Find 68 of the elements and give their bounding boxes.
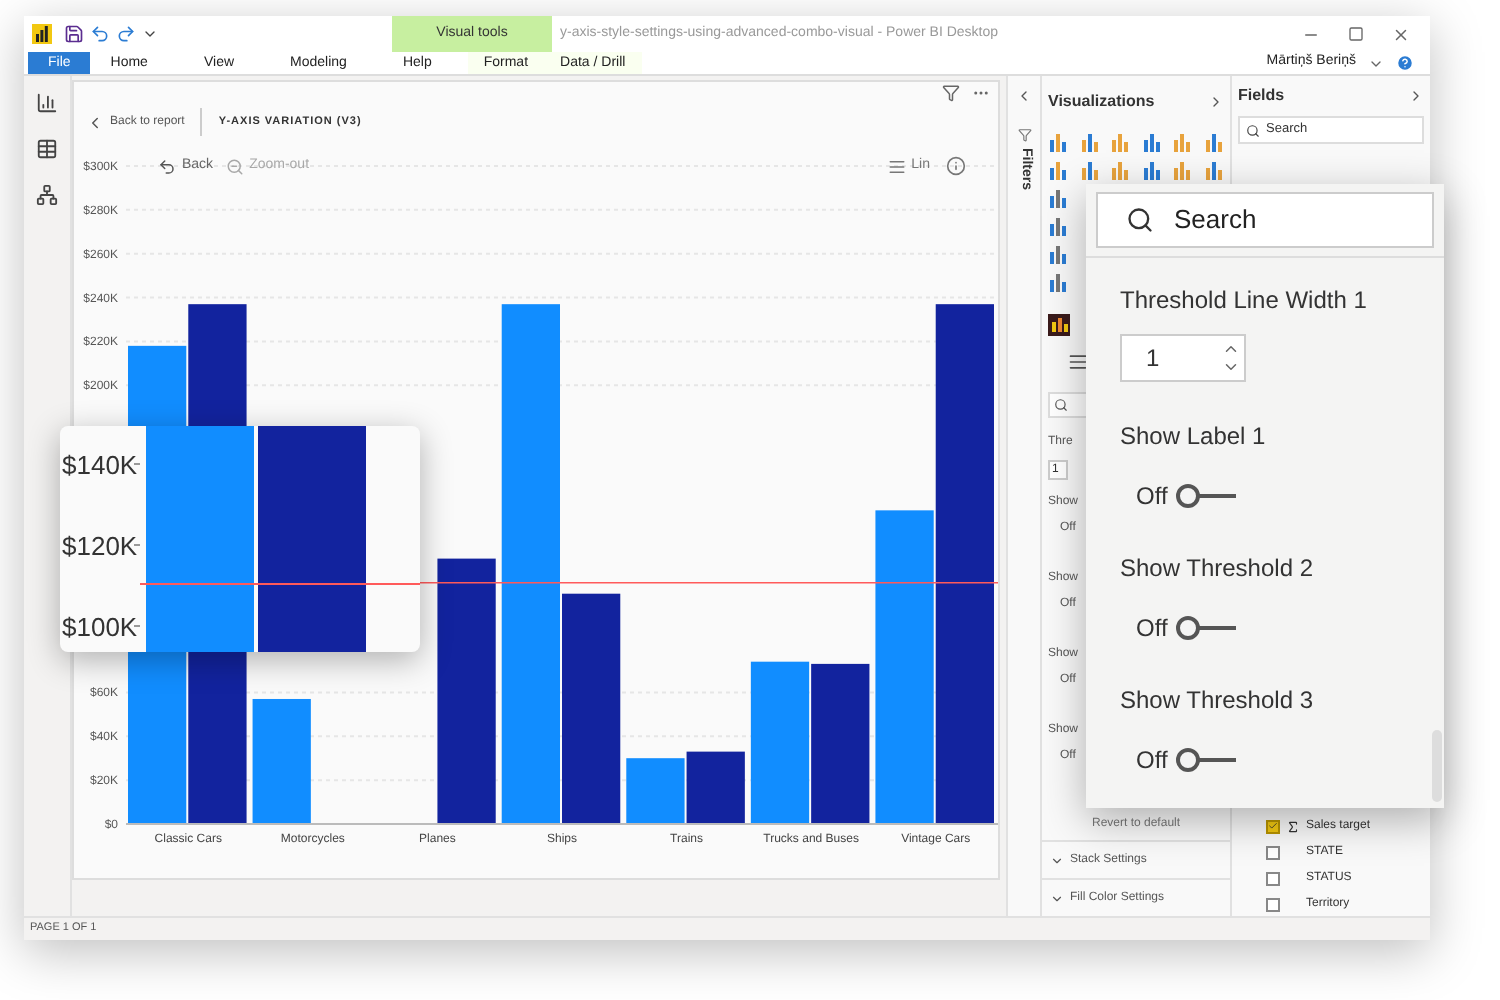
chart-type-icon[interactable] bbox=[1048, 244, 1068, 264]
chart-type-icon[interactable] bbox=[1048, 216, 1068, 236]
close-icon[interactable] bbox=[1392, 25, 1410, 43]
bar bbox=[686, 751, 745, 824]
chart-type-icon[interactable] bbox=[1203, 160, 1223, 180]
collapse-icon[interactable] bbox=[1016, 88, 1032, 104]
setting-label: Show Threshold 3 bbox=[1120, 684, 1316, 718]
number-spinner[interactable]: 1 bbox=[1120, 334, 1246, 382]
setting-label: Show Threshold 2 bbox=[1120, 552, 1316, 586]
pane-title: Visualizations bbox=[1048, 90, 1155, 114]
axis-tick-label: $120K bbox=[62, 531, 138, 561]
expand-icon[interactable] bbox=[1408, 88, 1424, 104]
report-view-icon[interactable] bbox=[36, 92, 58, 114]
bar bbox=[626, 758, 685, 824]
maximize-icon[interactable] bbox=[1348, 26, 1364, 42]
axis-tick-label: $100K bbox=[62, 612, 138, 642]
toggle-state: Off bbox=[1136, 744, 1168, 778]
axis-tick-label: $140K bbox=[62, 450, 138, 480]
expand-icon[interactable] bbox=[1208, 94, 1224, 110]
undo-icon[interactable] bbox=[90, 24, 110, 44]
model-view-icon[interactable] bbox=[36, 184, 58, 206]
chart-type-icon[interactable] bbox=[1141, 132, 1161, 152]
bar bbox=[252, 699, 311, 824]
chart-type-icon[interactable] bbox=[1048, 272, 1068, 292]
app-logo-icon bbox=[32, 24, 52, 44]
info-icon[interactable] bbox=[946, 156, 966, 177]
format-tab-icon[interactable] bbox=[1068, 352, 1088, 372]
custom-visual-icon[interactable] bbox=[1048, 314, 1070, 336]
search-field[interactable]: Search bbox=[1096, 192, 1434, 248]
chart-type-icon[interactable] bbox=[1048, 132, 1068, 152]
chevron-down-icon bbox=[1050, 853, 1064, 867]
setting-label: Threshold Line Width 1 bbox=[1120, 284, 1369, 318]
field-checkbox[interactable] bbox=[1266, 897, 1280, 911]
filter-icon[interactable] bbox=[1017, 128, 1031, 142]
field-checkbox[interactable] bbox=[1266, 871, 1280, 885]
redo-icon[interactable] bbox=[116, 24, 136, 44]
chart-type-icon[interactable] bbox=[1079, 132, 1099, 152]
pane-title: Fields bbox=[1238, 84, 1285, 108]
toggle-switch[interactable] bbox=[1175, 616, 1236, 640]
scrollbar-thumb[interactable] bbox=[1432, 730, 1442, 802]
back-arrow-icon bbox=[158, 157, 176, 176]
setting-label: Show Label 1 bbox=[1120, 420, 1268, 454]
chart-type-icon[interactable] bbox=[1048, 160, 1068, 180]
chart-type-icon[interactable] bbox=[1079, 160, 1099, 180]
table-view-icon[interactable] bbox=[36, 138, 58, 160]
save-icon[interactable] bbox=[64, 24, 84, 44]
dropdown-icon[interactable] bbox=[142, 26, 158, 42]
sigma-icon bbox=[1286, 819, 1300, 833]
chevron-left-icon bbox=[86, 113, 104, 131]
toggle-state: Off bbox=[1136, 480, 1168, 514]
toggle-state: Off bbox=[1136, 612, 1168, 646]
toggle-switch[interactable] bbox=[1175, 748, 1236, 772]
search-icon bbox=[1126, 206, 1154, 234]
chevron-down-icon bbox=[1050, 891, 1064, 905]
search-icon bbox=[1246, 123, 1260, 137]
chart-type-icon[interactable] bbox=[1203, 132, 1223, 152]
chart-type-icon[interactable] bbox=[1172, 160, 1192, 180]
field-checkbox[interactable] bbox=[1266, 845, 1280, 859]
filter-icon[interactable] bbox=[942, 84, 960, 102]
lines-icon bbox=[887, 157, 906, 176]
chart-type-icon[interactable] bbox=[1048, 188, 1068, 208]
toggle-switch[interactable] bbox=[1175, 484, 1236, 508]
help-icon[interactable] bbox=[1396, 54, 1414, 72]
chart-type-icon[interactable] bbox=[1141, 160, 1161, 180]
chart-type-icon[interactable] bbox=[1110, 160, 1130, 180]
field-checkbox[interactable] bbox=[1266, 819, 1280, 833]
search-icon bbox=[1054, 398, 1068, 412]
zoom-out-icon bbox=[225, 157, 244, 176]
